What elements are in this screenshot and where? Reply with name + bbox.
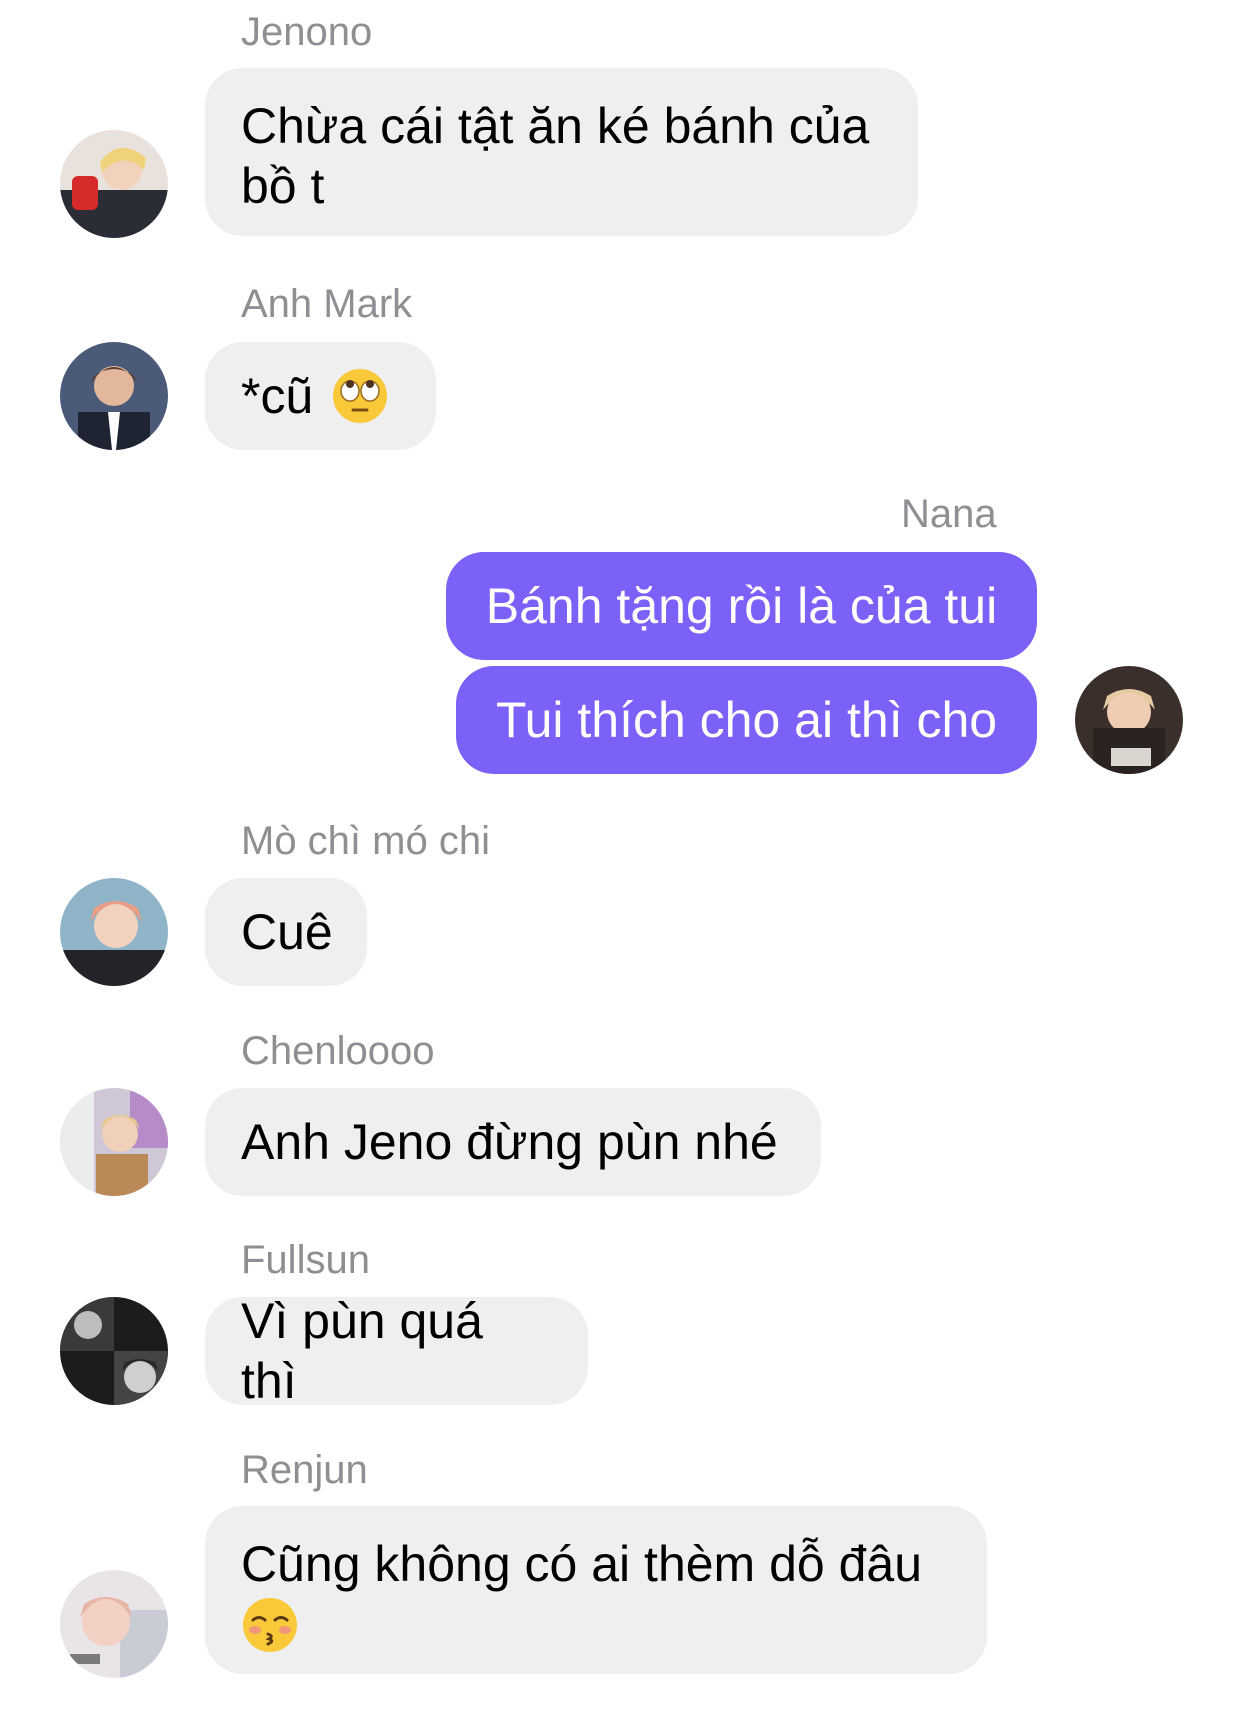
- message-text: Vì pùn quá thì: [241, 1293, 483, 1409]
- sender-name: Fullsun: [241, 1238, 370, 1282]
- message-text: bồ t: [241, 158, 325, 214]
- sender-name: Mò chì mó chi: [241, 819, 490, 863]
- mark-avatar[interactable]: [60, 342, 168, 450]
- outgoing-message-bubble[interactable]: Tui thích cho ai thì cho: [456, 666, 1037, 774]
- jenono-avatar[interactable]: [60, 130, 168, 238]
- kissing-face-icon: [241, 1596, 299, 1654]
- sender-name: Nana: [901, 492, 997, 536]
- message-bubble[interactable]: Chừa cái tật ăn ké bánh của bồ t: [205, 68, 918, 236]
- message-text: Bánh tặng rồi là của tui: [485, 578, 998, 634]
- message-bubble[interactable]: *cũ: [205, 342, 436, 450]
- chenle-avatar[interactable]: [60, 1088, 168, 1196]
- outgoing-message-bubble[interactable]: Bánh tặng rồi là của tui: [446, 552, 1037, 660]
- sender-name: Jenono: [241, 10, 373, 54]
- sender-name: Renjun: [241, 1448, 368, 1492]
- message-text: Cũng không có ai thèm dỗ đâu: [241, 1536, 923, 1592]
- message-text: *cũ: [241, 368, 314, 424]
- message-bubble[interactable]: Vì pùn quá thì: [205, 1293, 588, 1409]
- fullsun-avatar[interactable]: [60, 1297, 168, 1405]
- message-text: Tui thích cho ai thì cho: [495, 692, 998, 748]
- message-text: Cuê: [241, 904, 333, 960]
- renjun-avatar[interactable]: [60, 1570, 168, 1678]
- message-bubble[interactable]: Cũng không có ai thèm dỗ đâu: [205, 1506, 987, 1674]
- message-bubble[interactable]: Cuê: [205, 878, 367, 986]
- nana-avatar[interactable]: [1075, 666, 1183, 774]
- message-bubble[interactable]: Anh Jeno đừng pùn nhé: [205, 1088, 821, 1196]
- face-with-rolling-eyes-icon: [331, 367, 389, 425]
- sender-name: Chenloooo: [241, 1029, 435, 1073]
- chat-thread: Jenono Chừa cái tật ăn ké bánh của bồ t …: [0, 0, 1242, 1716]
- mochi-avatar[interactable]: [60, 878, 168, 986]
- message-text: Chừa cái tật ăn ké bánh của: [241, 98, 870, 154]
- sender-name: Anh Mark: [241, 282, 413, 326]
- message-text: Anh Jeno đừng pùn nhé: [241, 1114, 778, 1170]
